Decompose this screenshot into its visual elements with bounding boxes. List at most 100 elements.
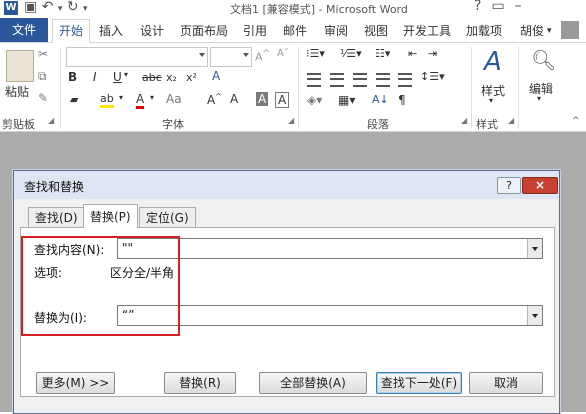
group-separator bbox=[298, 47, 299, 129]
window-controls: ?▭– bbox=[474, 0, 532, 14]
help-icon[interactable]: ? bbox=[474, 0, 491, 14]
ribbon-display-icon[interactable]: ▭ bbox=[491, 0, 514, 14]
decrease-indent-icon[interactable]: ⇤ bbox=[408, 47, 417, 60]
enclose-char-icon[interactable]: A bbox=[230, 92, 238, 106]
find-history-dropdown-icon[interactable] bbox=[527, 239, 542, 258]
font-launcher-icon[interactable]: ◢ bbox=[288, 116, 294, 125]
underline-icon[interactable]: U bbox=[113, 70, 122, 84]
find-next-button[interactable]: 查找下一处(F) bbox=[376, 372, 462, 394]
tab-page-layout[interactable]: 页面布局 bbox=[180, 21, 228, 41]
highlight-icon[interactable]: ab bbox=[100, 92, 114, 108]
distribute-icon[interactable] bbox=[398, 73, 412, 87]
replace-history-dropdown-icon[interactable] bbox=[527, 306, 542, 325]
dialog-help-button[interactable]: ? bbox=[497, 177, 521, 194]
superscript-icon[interactable]: x² bbox=[186, 71, 197, 84]
cancel-button[interactable]: 取消 bbox=[469, 372, 543, 394]
text-effects-icon[interactable]: A bbox=[212, 69, 220, 83]
multilevel-list-icon[interactable]: ☷▾ bbox=[375, 47, 390, 60]
subscript-icon[interactable]: x₂ bbox=[166, 71, 177, 84]
justify-icon[interactable] bbox=[376, 73, 390, 87]
italic-icon[interactable]: I bbox=[93, 70, 97, 84]
undo-icon[interactable]: ↶ bbox=[42, 0, 54, 15]
strikethrough-icon[interactable]: abc bbox=[142, 71, 162, 84]
dialog-close-button[interactable]: × bbox=[522, 177, 558, 194]
grow-font-icon[interactable]: A^ bbox=[255, 48, 270, 64]
replace-all-button[interactable]: 全部替换(A) bbox=[259, 372, 367, 394]
clipboard-group-label: 剪贴板 bbox=[2, 118, 35, 131]
align-right-icon[interactable] bbox=[353, 73, 367, 87]
copy-icon[interactable]: ⧉ bbox=[38, 69, 47, 84]
tab-goto[interactable]: 定位(G) bbox=[139, 207, 196, 228]
font-size-combo[interactable] bbox=[210, 47, 252, 67]
tab-mailings[interactable]: 邮件 bbox=[283, 21, 307, 41]
tab-home[interactable]: 开始 bbox=[52, 19, 91, 44]
minimize-icon[interactable]: – bbox=[515, 0, 532, 14]
tab-view[interactable]: 视图 bbox=[364, 21, 388, 41]
paste-icon[interactable] bbox=[6, 50, 34, 82]
underline-dropdown-icon[interactable]: ▾ bbox=[124, 70, 128, 79]
clear-formatting-icon[interactable]: ▰ bbox=[70, 93, 78, 106]
show-marks-icon[interactable]: ¶ bbox=[398, 93, 406, 107]
bullets-icon[interactable]: ⁝☰▾ bbox=[306, 47, 325, 60]
font-group-label: 字体 bbox=[162, 118, 184, 131]
increase-indent-icon[interactable]: ⇥ bbox=[428, 47, 437, 60]
find-what-input[interactable]: "" bbox=[117, 238, 543, 259]
tab-addins[interactable]: 加载项 bbox=[466, 21, 502, 41]
clipboard-launcher-icon[interactable]: ◢ bbox=[48, 116, 54, 125]
align-center-icon[interactable] bbox=[330, 73, 344, 87]
user-account[interactable]: 胡俊 bbox=[520, 21, 544, 41]
editing-dropdown-icon[interactable]: ▾ bbox=[537, 94, 541, 103]
line-spacing-icon[interactable]: ↕☰▾ bbox=[420, 70, 445, 83]
font-name-combo[interactable] bbox=[66, 47, 208, 67]
replace-button[interactable]: 替换(R) bbox=[164, 372, 236, 394]
paragraph-launcher-icon[interactable]: ◢ bbox=[461, 116, 467, 125]
styles-dropdown-icon[interactable]: ▾ bbox=[489, 96, 493, 105]
undo-dropdown-icon[interactable]: ▾ bbox=[58, 4, 63, 14]
numbering-icon[interactable]: ⅟☰▾ bbox=[340, 47, 362, 60]
word-app-icon: W bbox=[4, 1, 18, 15]
paste-button[interactable]: 粘贴 bbox=[5, 83, 29, 100]
tab-file[interactable]: 文件 bbox=[0, 18, 48, 42]
collapse-ribbon-icon[interactable]: ^ bbox=[572, 116, 580, 126]
char-shading-icon[interactable]: A bbox=[256, 92, 269, 106]
font-color-icon[interactable]: A bbox=[136, 92, 145, 109]
replace-with-input[interactable]: “” bbox=[117, 305, 543, 326]
find-replace-dialog: 查找和替换 ? × 查找(D) 替换(P) 定位(G) 查找内容(N): "" … bbox=[13, 170, 560, 414]
phonetic-guide-icon[interactable]: A^ bbox=[207, 92, 222, 107]
customize-qat-icon[interactable]: ▾ bbox=[83, 4, 88, 14]
editing-icon[interactable]: 🔍︎ bbox=[531, 48, 556, 72]
font-color-dropdown-icon[interactable]: ▾ bbox=[150, 93, 154, 102]
cut-icon[interactable]: ✂ bbox=[38, 47, 48, 61]
tab-replace[interactable]: 替换(P) bbox=[83, 204, 138, 228]
shading-icon[interactable]: ◈▾ bbox=[307, 93, 322, 107]
user-avatar[interactable] bbox=[561, 21, 579, 39]
group-separator bbox=[471, 47, 472, 129]
styles-icon[interactable]: A bbox=[484, 48, 502, 76]
group-separator bbox=[518, 47, 519, 129]
tab-developer[interactable]: 开发工具 bbox=[403, 21, 451, 41]
tab-insert[interactable]: 插入 bbox=[99, 21, 123, 41]
styles-group-label: 样式 bbox=[476, 118, 498, 131]
tab-review[interactable]: 审阅 bbox=[324, 21, 348, 41]
bold-icon[interactable]: B bbox=[68, 70, 77, 84]
paragraph-group-label: 段落 bbox=[367, 118, 389, 131]
borders-icon[interactable]: ▦▾ bbox=[338, 93, 355, 107]
dialog-titlebar bbox=[14, 171, 559, 199]
tab-find[interactable]: 查找(D) bbox=[28, 207, 85, 228]
save-icon[interactable]: ▣ bbox=[24, 0, 37, 15]
char-border-icon[interactable]: A bbox=[275, 92, 290, 108]
tab-design[interactable]: 设计 bbox=[140, 21, 164, 41]
format-painter-icon[interactable]: ✎ bbox=[38, 91, 48, 105]
window-title: 文档1 [兼容模式] - Microsoft Word bbox=[230, 3, 408, 16]
highlight-dropdown-icon[interactable]: ▾ bbox=[119, 93, 123, 102]
align-left-icon[interactable] bbox=[307, 73, 321, 87]
change-case-icon[interactable]: Aa bbox=[166, 92, 182, 106]
more-button[interactable]: 更多(M) >> bbox=[36, 372, 115, 394]
shrink-font-icon[interactable]: Aˇ bbox=[277, 48, 289, 59]
styles-launcher-icon[interactable]: ◢ bbox=[508, 116, 514, 125]
user-dropdown-icon[interactable]: ▾ bbox=[547, 21, 552, 41]
group-separator bbox=[60, 47, 61, 129]
tab-references[interactable]: 引用 bbox=[243, 21, 267, 41]
redo-icon[interactable]: ↻ bbox=[67, 0, 79, 15]
sort-icon[interactable]: A↓ bbox=[372, 93, 389, 106]
